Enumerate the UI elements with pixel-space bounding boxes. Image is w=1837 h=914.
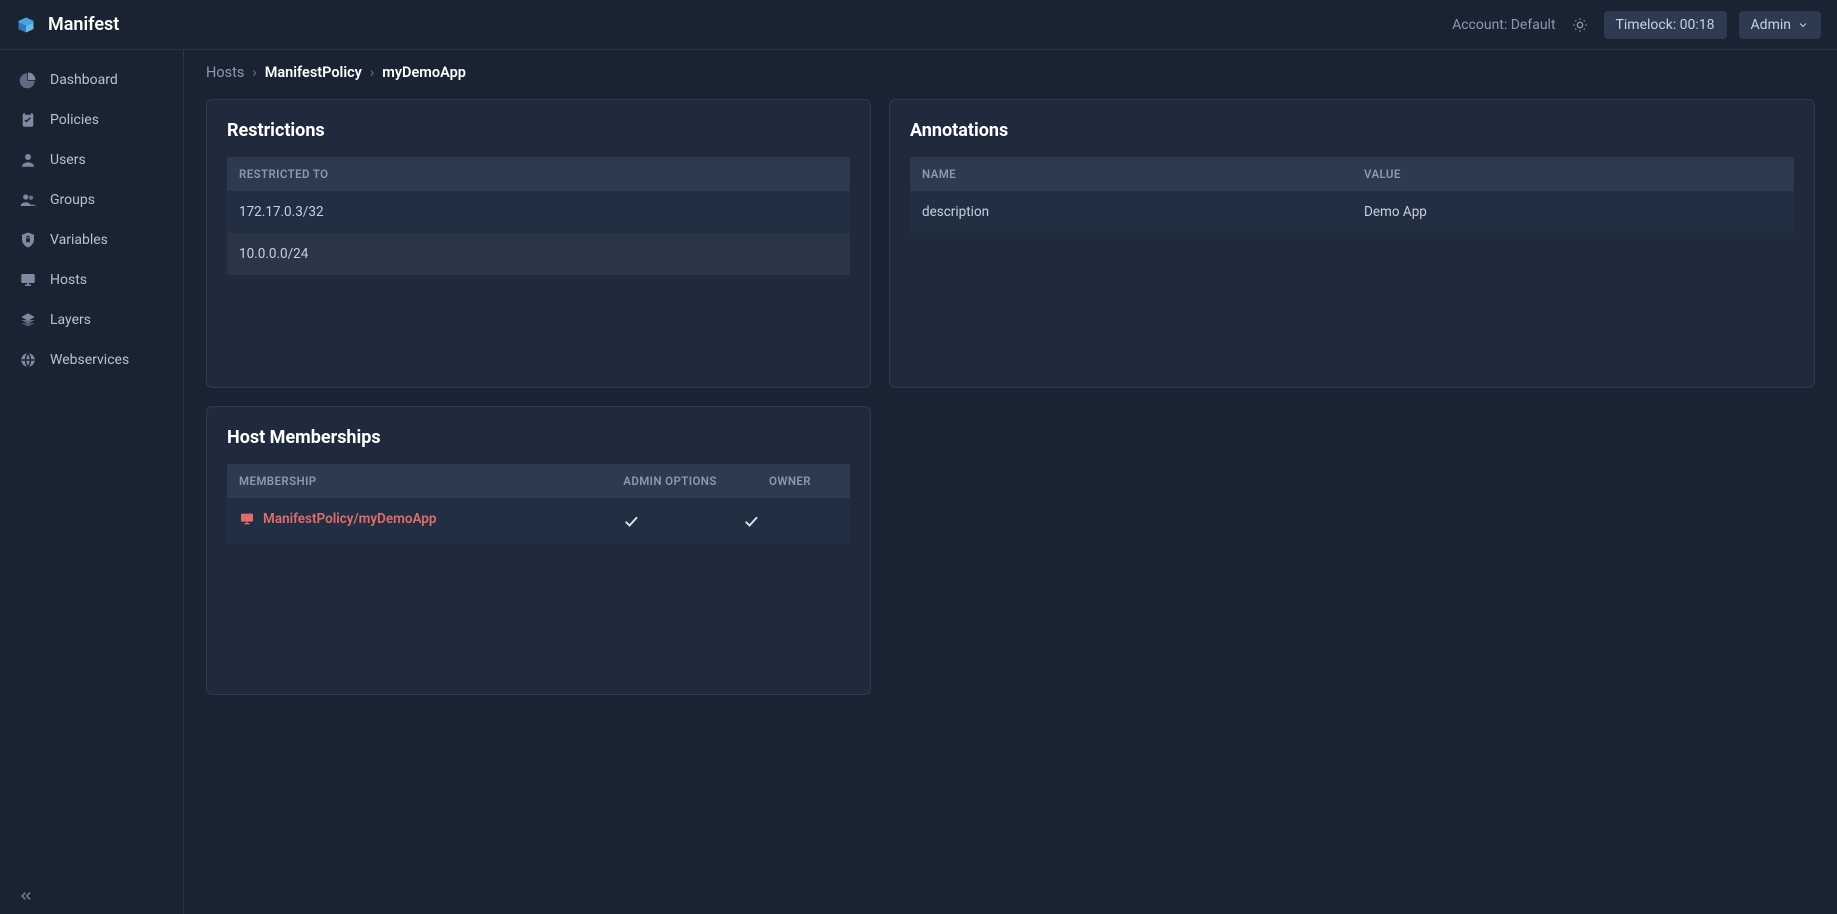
- annotation-name: description: [910, 191, 1352, 233]
- table-row: ManifestPolicy/myDemoApp: [227, 498, 850, 544]
- membership-link[interactable]: ManifestPolicy/myDemoApp: [239, 511, 437, 527]
- breadcrumb-policy[interactable]: ManifestPolicy: [265, 64, 362, 81]
- table-header: MEMBERSHIP: [227, 464, 610, 498]
- restrictions-card: Restrictions RESTRICTED TO 172.17.0.3/32…: [206, 99, 871, 388]
- chevron-double-left-icon: [18, 888, 34, 904]
- sidebar-item-label: Users: [50, 152, 86, 168]
- sidebar-item-policies[interactable]: Policies: [0, 100, 183, 140]
- restriction-value: 10.0.0.0/24: [227, 233, 850, 275]
- annotations-card: Annotations NAME VALUE description: [889, 99, 1815, 388]
- user-icon: [18, 150, 38, 170]
- chevron-down-icon: [1797, 19, 1809, 31]
- sidebar-item-label: Variables: [50, 232, 108, 248]
- timelock-badge[interactable]: Timelock: 00:18: [1604, 11, 1727, 39]
- monitor-icon: [18, 270, 38, 290]
- table-header: ADMIN OPTIONS: [610, 464, 730, 498]
- logo-icon: [16, 15, 36, 35]
- timelock-label: Timelock: 00:18: [1616, 17, 1715, 33]
- sidebar-item-label: Webservices: [50, 352, 129, 368]
- chevron-right-icon: ›: [252, 64, 256, 81]
- sidebar-collapse-button[interactable]: [0, 878, 183, 914]
- users-icon: [18, 190, 38, 210]
- table-header: OWNER: [730, 464, 850, 498]
- pie-chart-icon: [18, 70, 38, 90]
- chevron-right-icon: ›: [370, 64, 374, 81]
- table-header: VALUE: [1352, 157, 1794, 191]
- shield-lock-icon: [18, 230, 38, 250]
- table-header: RESTRICTED TO: [227, 157, 850, 191]
- sidebar-item-label: Dashboard: [50, 72, 118, 88]
- topbar: Manifest Account: Default Timelock: 00:1…: [0, 0, 1837, 50]
- layers-icon: [18, 310, 38, 330]
- sidebar-item-label: Hosts: [50, 272, 87, 288]
- check-icon: [622, 512, 718, 530]
- annotation-value: Demo App: [1352, 191, 1794, 233]
- membership-name: ManifestPolicy/myDemoApp: [263, 511, 437, 527]
- user-label: Admin: [1751, 17, 1791, 33]
- breadcrumb: Hosts › ManifestPolicy › myDemoApp: [184, 50, 1837, 95]
- card-title: Restrictions: [227, 120, 850, 141]
- brand-name: Manifest: [48, 14, 119, 35]
- table-row: 172.17.0.3/32: [227, 191, 850, 233]
- user-menu-button[interactable]: Admin: [1739, 11, 1821, 39]
- sidebar-item-label: Layers: [50, 312, 91, 328]
- card-title: Annotations: [910, 120, 1794, 141]
- sidebar-item-layers[interactable]: Layers: [0, 300, 183, 340]
- host-memberships-card: Host Memberships MEMBERSHIP ADMIN OPTION…: [206, 406, 871, 695]
- theme-toggle-button[interactable]: [1568, 13, 1592, 37]
- table-row: 10.0.0.0/24: [227, 233, 850, 275]
- restrictions-table: RESTRICTED TO 172.17.0.3/32 10.0.0.0/24: [227, 157, 850, 275]
- sidebar-item-dashboard[interactable]: Dashboard: [0, 60, 183, 100]
- annotations-table: NAME VALUE description Demo App: [910, 157, 1794, 233]
- brand[interactable]: Manifest: [16, 14, 119, 35]
- sidebar-item-hosts[interactable]: Hosts: [0, 260, 183, 300]
- breadcrumb-root[interactable]: Hosts: [206, 64, 244, 81]
- sidebar-item-label: Policies: [50, 112, 99, 128]
- clipboard-icon: [18, 110, 38, 130]
- sidebar: Dashboard Policies Users Groups Variable…: [0, 50, 184, 914]
- card-title: Host Memberships: [227, 427, 850, 448]
- globe-icon: [18, 350, 38, 370]
- table-header: NAME: [910, 157, 1352, 191]
- sidebar-item-label: Groups: [50, 192, 95, 208]
- breadcrumb-current: myDemoApp: [382, 64, 466, 81]
- sidebar-item-variables[interactable]: Variables: [0, 220, 183, 260]
- restriction-value: 172.17.0.3/32: [227, 191, 850, 233]
- sidebar-item-webservices[interactable]: Webservices: [0, 340, 183, 380]
- sidebar-item-groups[interactable]: Groups: [0, 180, 183, 220]
- check-icon: [742, 512, 838, 530]
- monitor-icon: [239, 511, 255, 527]
- table-row: description Demo App: [910, 191, 1794, 233]
- account-label: Account: Default: [1452, 17, 1555, 33]
- main-content: Hosts › ManifestPolicy › myDemoApp Restr…: [184, 50, 1837, 914]
- sidebar-item-users[interactable]: Users: [0, 140, 183, 180]
- memberships-table: MEMBERSHIP ADMIN OPTIONS OWNER: [227, 464, 850, 544]
